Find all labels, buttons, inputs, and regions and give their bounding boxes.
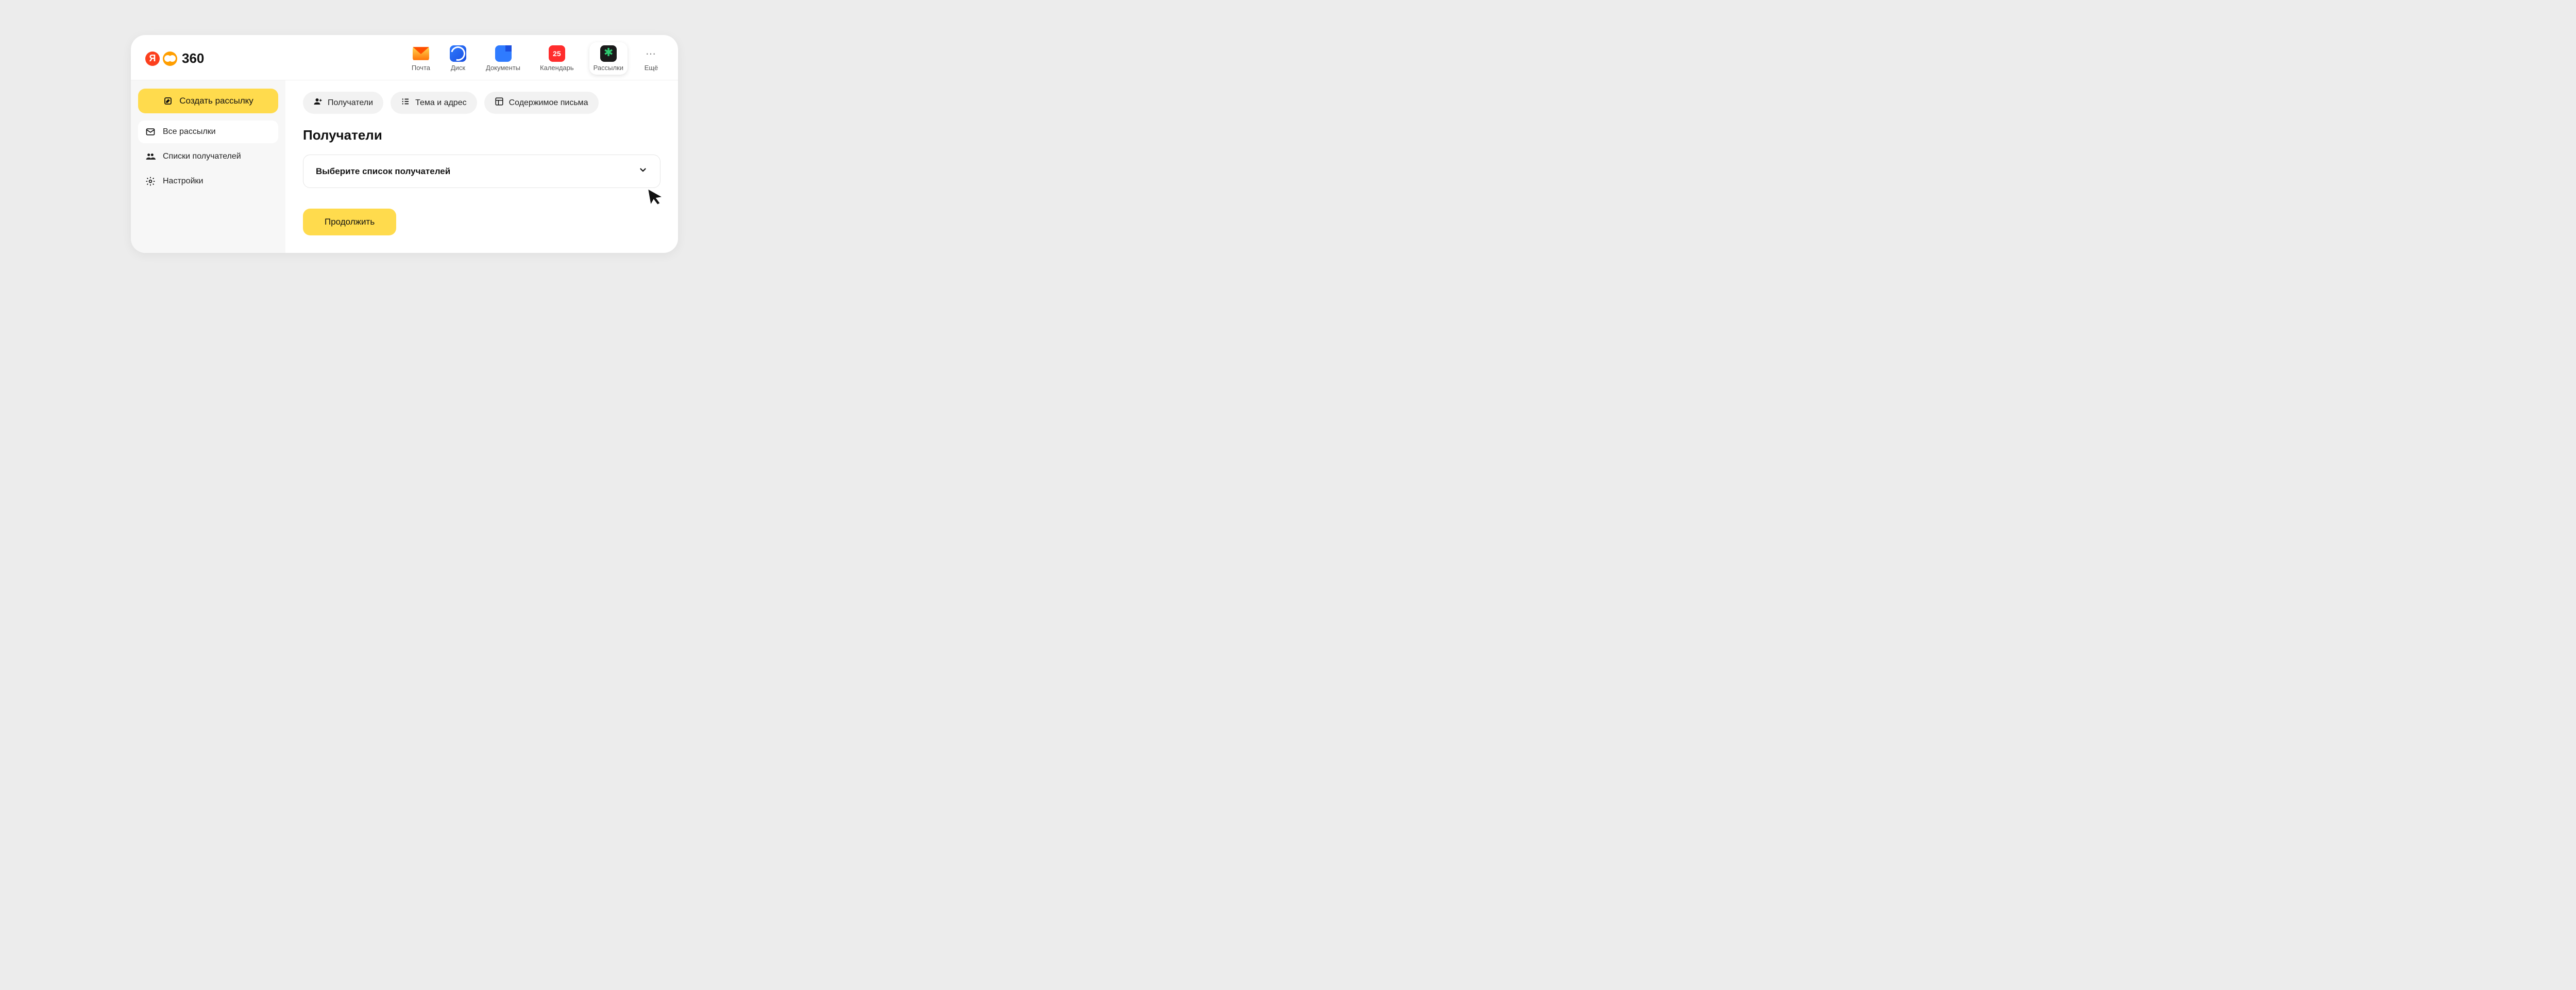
step-content[interactable]: Содержимое письма	[484, 92, 599, 114]
sidebar: Создать рассылку Все рассылки Списки пол…	[131, 80, 285, 253]
layout-icon	[495, 97, 504, 109]
sidebar-item-label: Все рассылки	[163, 127, 216, 136]
sidebar-item-label: Настройки	[163, 177, 203, 186]
sidebar-item-all-mailings[interactable]: Все рассылки	[138, 121, 278, 143]
disk-icon	[450, 45, 466, 62]
select-placeholder: Выберите список получателей	[316, 166, 450, 177]
logo-ya-icon: Я	[145, 52, 160, 66]
logo-text: 360	[182, 50, 204, 66]
recipient-list-select[interactable]: Выберите список получателей	[303, 155, 660, 188]
mail-icon	[413, 45, 429, 62]
documents-icon	[495, 45, 512, 62]
person-add-icon	[313, 97, 323, 109]
app-window: Я 360 Почта Диск Документы 25 Календарь	[131, 35, 678, 253]
nav-label: Диск	[451, 64, 465, 72]
nav-app-calendar[interactable]: 25 Календарь	[536, 42, 578, 75]
section-title: Получатели	[303, 127, 660, 143]
nav-label: Ещё	[645, 64, 658, 72]
chevron-down-icon	[638, 165, 648, 177]
nav-app-mailings[interactable]: Рассылки	[589, 42, 628, 75]
step-subject-address[interactable]: Тема и адрес	[391, 92, 477, 114]
nav-label: Документы	[486, 64, 520, 72]
nav-app-more[interactable]: ⋯ Ещё	[639, 42, 664, 75]
steps-chips: Получатели Тема и адрес Содержимое письм…	[303, 92, 660, 114]
nav-label: Календарь	[540, 64, 574, 72]
sidebar-list: Все рассылки Списки получателей Настройк…	[138, 121, 278, 193]
step-recipients[interactable]: Получатели	[303, 92, 383, 114]
people-icon	[145, 151, 156, 162]
nav-app-disk[interactable]: Диск	[446, 42, 470, 75]
nav-app-mail[interactable]: Почта	[408, 42, 434, 75]
continue-label: Продолжить	[325, 217, 375, 227]
continue-button[interactable]: Продолжить	[303, 209, 396, 235]
logo-360-icon	[163, 52, 177, 66]
step-label: Тема и адрес	[415, 98, 467, 108]
logo[interactable]: Я 360	[145, 50, 204, 66]
sidebar-item-recipient-lists[interactable]: Списки получателей	[138, 145, 278, 168]
calendar-icon: 25	[549, 45, 565, 62]
sidebar-item-label: Списки получателей	[163, 152, 241, 161]
nav-label: Рассылки	[594, 64, 623, 72]
gear-icon	[145, 176, 156, 186]
mailings-icon	[600, 45, 617, 62]
list-icon	[401, 97, 410, 109]
create-mailing-button[interactable]: Создать рассылку	[138, 89, 278, 113]
main-content: Получатели Тема и адрес Содержимое письм…	[285, 80, 678, 253]
step-label: Получатели	[328, 98, 373, 108]
cursor-icon	[647, 187, 664, 207]
step-label: Содержимое письма	[509, 98, 588, 108]
nav-apps: Почта Диск Документы 25 Календарь Рассыл…	[408, 42, 664, 75]
nav-app-documents[interactable]: Документы	[482, 42, 524, 75]
nav-label: Почта	[412, 64, 430, 72]
body: Создать рассылку Все рассылки Списки пол…	[131, 80, 678, 253]
create-label: Создать рассылку	[179, 96, 253, 106]
compose-icon	[163, 96, 173, 106]
header: Я 360 Почта Диск Документы 25 Календарь	[131, 35, 678, 80]
more-icon: ⋯	[643, 45, 659, 62]
sidebar-item-settings[interactable]: Настройки	[138, 170, 278, 193]
envelope-icon	[145, 127, 156, 137]
